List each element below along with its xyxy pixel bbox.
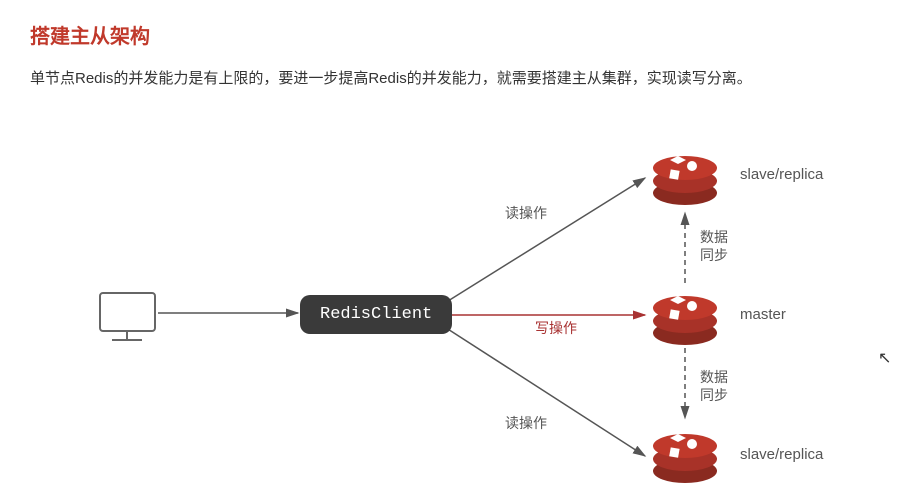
redis-icon-slave-top [653,156,717,205]
edge-write: 写操作 [535,318,577,338]
cursor-icon: ↖ [878,348,891,368]
redis-icon-master [653,296,717,345]
edge-sync-bottom: 数据 同步 [700,368,728,404]
page-description: 单节点Redis的并发能力是有上限的，要进一步提高Redis的并发能力，就需要搭… [30,67,894,88]
master-label: master [740,306,786,323]
redis-icon-slave-bottom [653,434,717,483]
page-title: 搭建主从架构 [30,20,894,49]
slave-bottom-label: slave/replica [740,446,823,463]
edge-read-top: 读操作 [505,203,547,223]
architecture-diagram: RedisClient slave/replica master slave/r… [30,118,890,478]
redis-client-node: RedisClient [300,295,452,334]
computer-icon [100,293,155,340]
slave-top-label: slave/replica [740,166,823,183]
edge-sync-top: 数据 同步 [700,228,728,264]
edge-read-bottom: 读操作 [505,413,547,433]
